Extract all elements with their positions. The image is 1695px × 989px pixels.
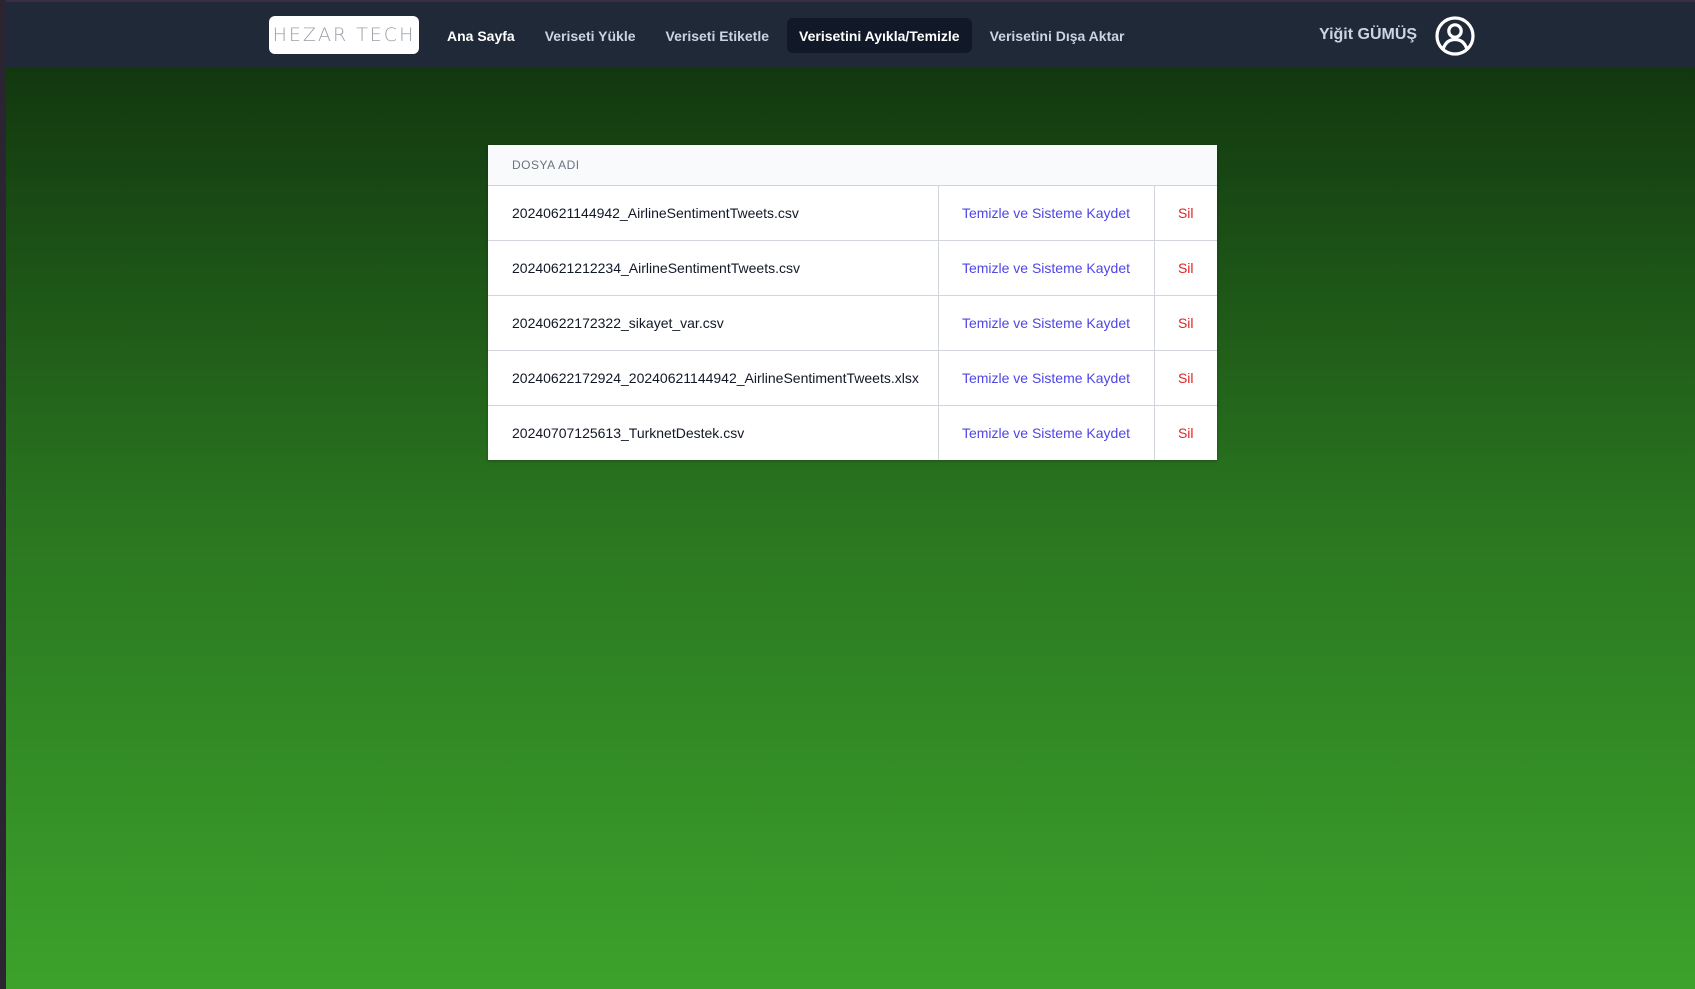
table-row: 20240622172924_20240621144942_AirlineSen… xyxy=(488,350,1217,406)
brand-logo-text: HEZAR TECH xyxy=(272,24,416,46)
clean-and-save-button[interactable]: Temizle ve Sisteme Kaydet xyxy=(962,425,1130,441)
table-row: 20240621144942_AirlineSentimentTweets.cs… xyxy=(488,185,1217,241)
nav-item-veriseti-etiketle[interactable]: Veriseti Etiketle xyxy=(654,18,782,53)
filename-cell: 20240707125613_TurknetDestek.csv xyxy=(488,405,938,460)
clean-and-save-button[interactable]: Temizle ve Sisteme Kaydet xyxy=(962,260,1130,276)
nav-item-ana-sayfa[interactable]: Ana Sayfa xyxy=(435,18,527,53)
file-table: DOSYA ADI 20240621144942_AirlineSentimen… xyxy=(488,145,1217,460)
filename-cell: 20240622172924_20240621144942_AirlineSen… xyxy=(488,350,938,406)
delete-button[interactable]: Sil xyxy=(1178,205,1194,221)
file-table-card: DOSYA ADI 20240621144942_AirlineSentimen… xyxy=(488,145,1217,460)
filename-cell: 20240622172322_sikayet_var.csv xyxy=(488,295,938,351)
brand-logo[interactable]: HEZAR TECH xyxy=(269,16,419,54)
delete-button[interactable]: Sil xyxy=(1178,260,1194,276)
filename-cell: 20240621144942_AirlineSentimentTweets.cs… xyxy=(488,185,938,241)
user-name: Yiğit GÜMÜŞ xyxy=(1319,26,1418,43)
table-row: 20240621212234_AirlineSentimentTweets.cs… xyxy=(488,240,1217,296)
nav-item-verisetini-disa-aktar[interactable]: Verisetini Dışa Aktar xyxy=(978,18,1137,53)
table-row: 20240707125613_TurknetDestek.csv Temizle… xyxy=(488,405,1217,460)
clean-and-save-button[interactable]: Temizle ve Sisteme Kaydet xyxy=(962,315,1130,331)
filename-cell: 20240621212234_AirlineSentimentTweets.cs… xyxy=(488,240,938,296)
clean-and-save-button[interactable]: Temizle ve Sisteme Kaydet xyxy=(962,370,1130,386)
delete-button[interactable]: Sil xyxy=(1178,370,1194,386)
nav-item-veriseti-yukle[interactable]: Veriseti Yükle xyxy=(533,18,648,53)
table-header-row: DOSYA ADI xyxy=(488,145,1217,186)
column-header-dosya-adi: DOSYA ADI xyxy=(488,145,1217,186)
delete-button[interactable]: Sil xyxy=(1178,315,1194,331)
top-navbar: HEZAR TECH Ana Sayfa Veriseti Yükle Veri… xyxy=(6,0,1695,67)
page-background: HEZAR TECH Ana Sayfa Veriseti Yükle Veri… xyxy=(6,0,1695,989)
table-row: 20240622172322_sikayet_var.csv Temizle v… xyxy=(488,295,1217,351)
clean-and-save-button[interactable]: Temizle ve Sisteme Kaydet xyxy=(962,205,1130,221)
user-circle-icon[interactable] xyxy=(1434,15,1476,57)
nav-item-verisetini-ayikla-temizle[interactable]: Verisetini Ayıkla/Temizle xyxy=(787,18,972,53)
main-nav: Ana Sayfa Veriseti Yükle Veriseti Etiket… xyxy=(435,18,1136,53)
delete-button[interactable]: Sil xyxy=(1178,425,1194,441)
